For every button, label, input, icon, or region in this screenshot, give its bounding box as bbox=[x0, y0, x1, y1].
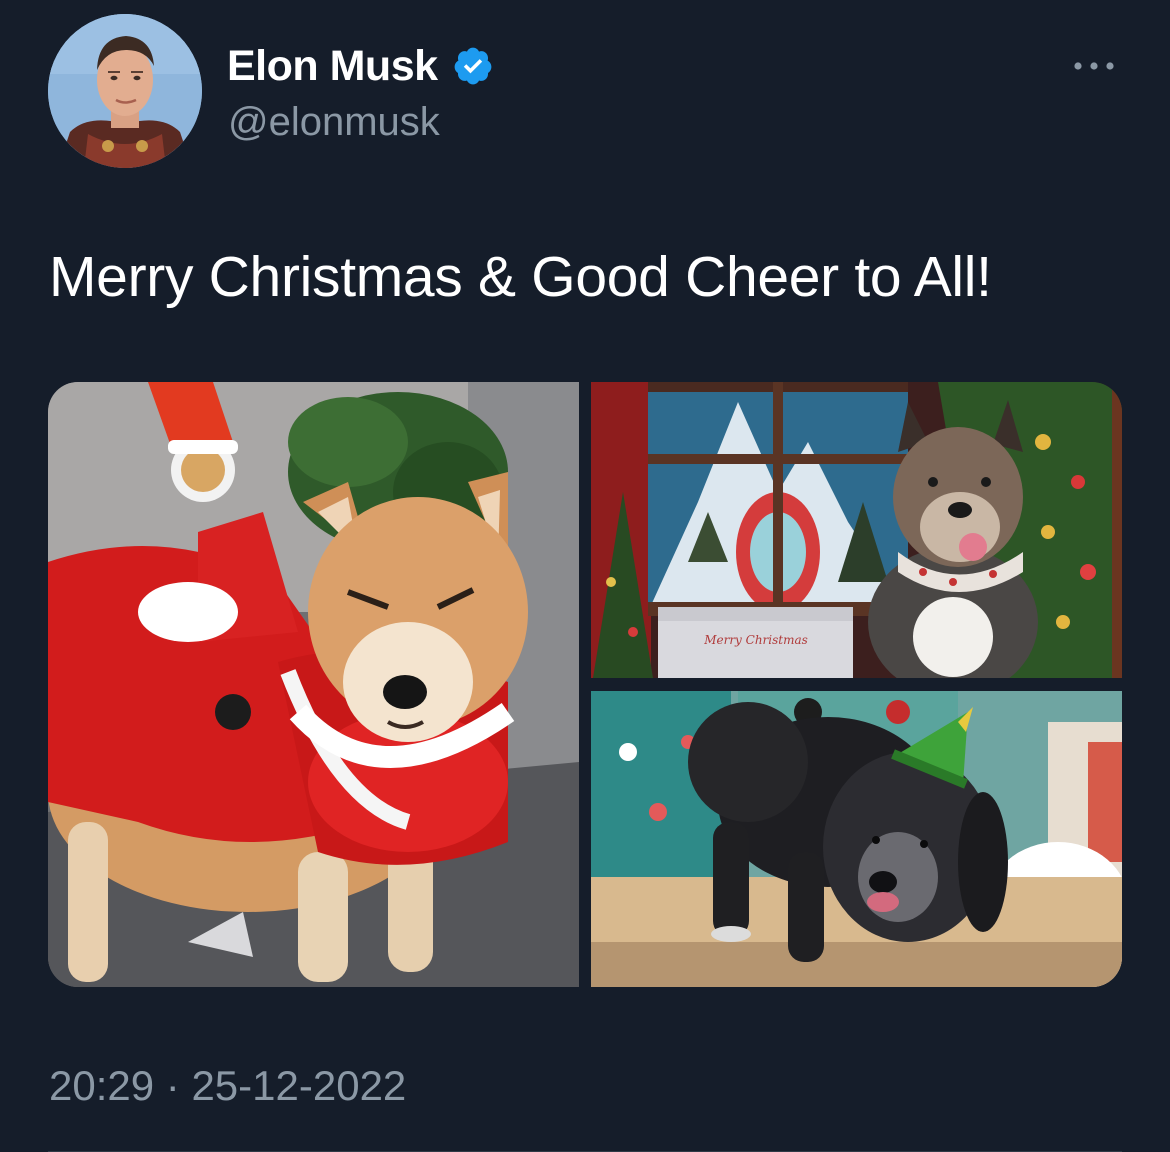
gift-box-label: Merry Christmas bbox=[703, 633, 808, 647]
author-name-row[interactable]: Elon Musk bbox=[227, 41, 494, 91]
profile-avatar[interactable] bbox=[48, 14, 202, 168]
more-options-icon[interactable] bbox=[1066, 54, 1122, 78]
tweet-media-grid[interactable]: Merry Christmas bbox=[48, 382, 1122, 987]
tweet-date: 25-12-2022 bbox=[191, 1062, 407, 1109]
tweet-time: 20:29 bbox=[49, 1062, 155, 1109]
tweet-text: Merry Christmas & Good Cheer to All! bbox=[49, 245, 992, 309]
tweet-timestamp[interactable]: 20:29 · 25-12-2022 bbox=[49, 1062, 406, 1110]
media-image-shiba[interactable] bbox=[48, 382, 579, 987]
media-image-akita[interactable]: Merry Christmas bbox=[591, 382, 1122, 697]
media-image-poodle[interactable] bbox=[591, 691, 1122, 987]
author-handle[interactable]: @elonmusk bbox=[228, 99, 440, 145]
timestamp-separator: · bbox=[165, 1062, 180, 1109]
verified-badge-icon bbox=[452, 45, 494, 87]
author-display-name[interactable]: Elon Musk bbox=[227, 41, 438, 91]
